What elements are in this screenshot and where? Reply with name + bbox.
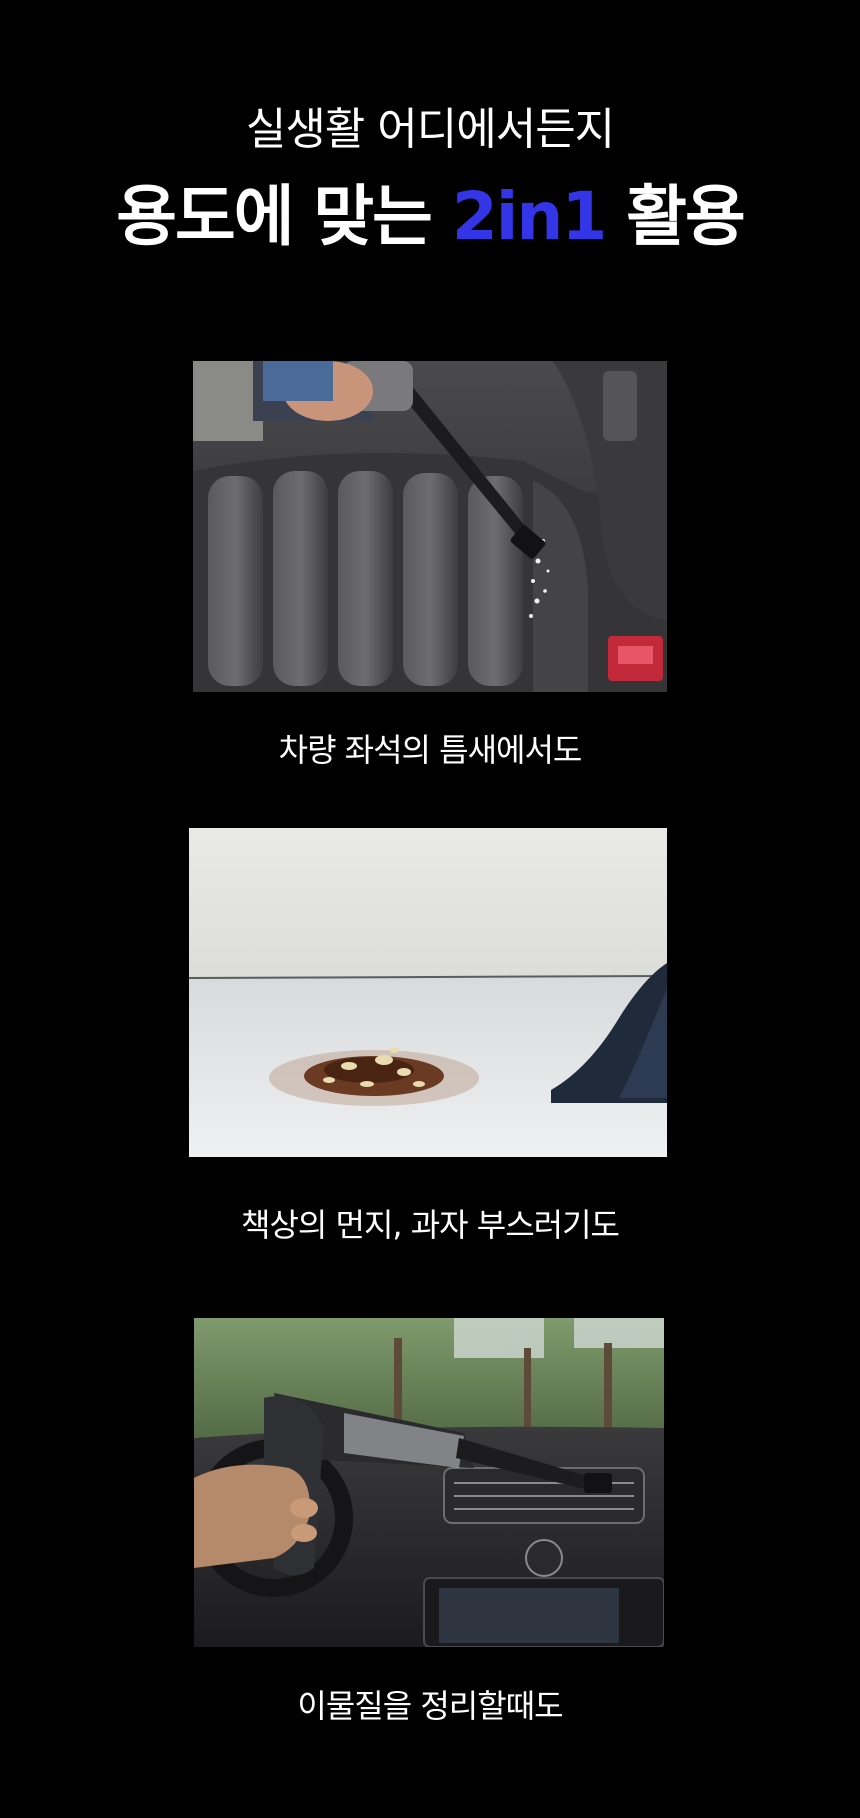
headline-suffix: 활용 [605,178,745,255]
car-dashboard-photo [194,1318,664,1647]
page-subtitle: 실생활 어디에서든지 [245,104,615,155]
car-dashboard-illustration [194,1318,664,1647]
desk-crumbs-illustration [189,828,667,1157]
desk-crumbs-photo [189,828,667,1157]
headline-accent: 2in1 [451,178,607,255]
car-seat-illustration [193,361,667,692]
page-headline: 용도에 맞는 2in1 활용 [0,176,860,258]
page-header: 실생활 어디에서든지 용도에 맞는 2in1 활용 [0,100,860,258]
headline-prefix: 용도에 맞는 [116,178,452,255]
caption-debris: 이물질을 정리할때도 [297,1687,563,1725]
car-seat-photo [193,361,667,692]
caption-car-seat: 차량 좌석의 틈새에서도 [278,731,583,769]
caption-desk: 책상의 먼지, 과자 부스러기도 [241,1206,620,1244]
